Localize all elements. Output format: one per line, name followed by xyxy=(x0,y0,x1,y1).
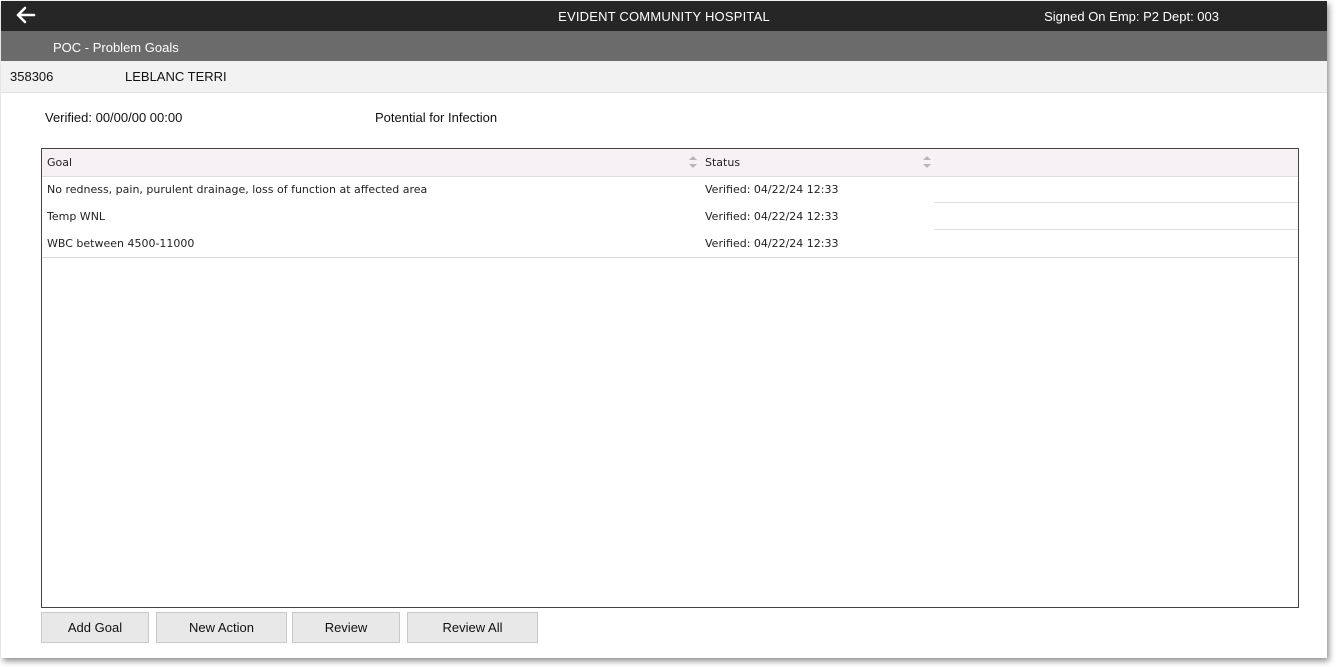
status-cell: Verified: 04/22/24 12:33 xyxy=(705,210,839,223)
goal-cell: Temp WNL xyxy=(47,210,106,223)
add-goal-button[interactable]: Add Goal xyxy=(41,612,149,643)
grid-header: Goal Status xyxy=(42,149,1298,177)
new-action-button[interactable]: New Action xyxy=(156,612,287,643)
goal-cell: WBC between 4500-11000 xyxy=(47,237,195,250)
review-button[interactable]: Review xyxy=(292,612,400,643)
sort-arrows-icon[interactable] xyxy=(688,154,698,170)
rows-end-divider xyxy=(42,257,1298,258)
patient-bar: 358306 LEBLANC TERRI xyxy=(1,61,1327,93)
patient-name: LEBLANC TERRI xyxy=(125,69,227,84)
goal-cell: No redness, pain, purulent drainage, los… xyxy=(47,183,428,196)
sort-arrows-icon[interactable] xyxy=(922,154,932,170)
patient-id: 358306 xyxy=(10,69,54,84)
table-row[interactable]: No redness, pain, purulent drainage, los… xyxy=(42,176,1298,203)
signed-on-info: Signed On Emp: P2 Dept: 003 xyxy=(1044,9,1219,24)
goals-grid: Goal Status No redness, pain, purulent d… xyxy=(41,148,1299,608)
status-cell: Verified: 04/22/24 12:33 xyxy=(705,183,839,196)
table-row[interactable]: Temp WNL Verified: 04/22/24 12:33 xyxy=(42,203,1298,230)
app-window: EVIDENT COMMUNITY HOSPITAL Signed On Emp… xyxy=(1,1,1327,658)
table-row[interactable]: WBC between 4500-11000 Verified: 04/22/2… xyxy=(42,230,1298,257)
problem-name: Potential for Infection xyxy=(375,110,498,125)
problem-verified: Verified: 00/00/00 00:00 xyxy=(45,110,183,125)
page-title: POC - Problem Goals xyxy=(53,40,179,55)
column-header-goal[interactable]: Goal xyxy=(47,156,72,169)
sub-header: POC - Problem Goals xyxy=(1,31,1327,61)
top-bar: EVIDENT COMMUNITY HOSPITAL Signed On Emp… xyxy=(1,1,1327,31)
column-header-status[interactable]: Status xyxy=(705,156,740,169)
status-cell: Verified: 04/22/24 12:33 xyxy=(705,237,839,250)
review-all-button[interactable]: Review All xyxy=(407,612,538,643)
